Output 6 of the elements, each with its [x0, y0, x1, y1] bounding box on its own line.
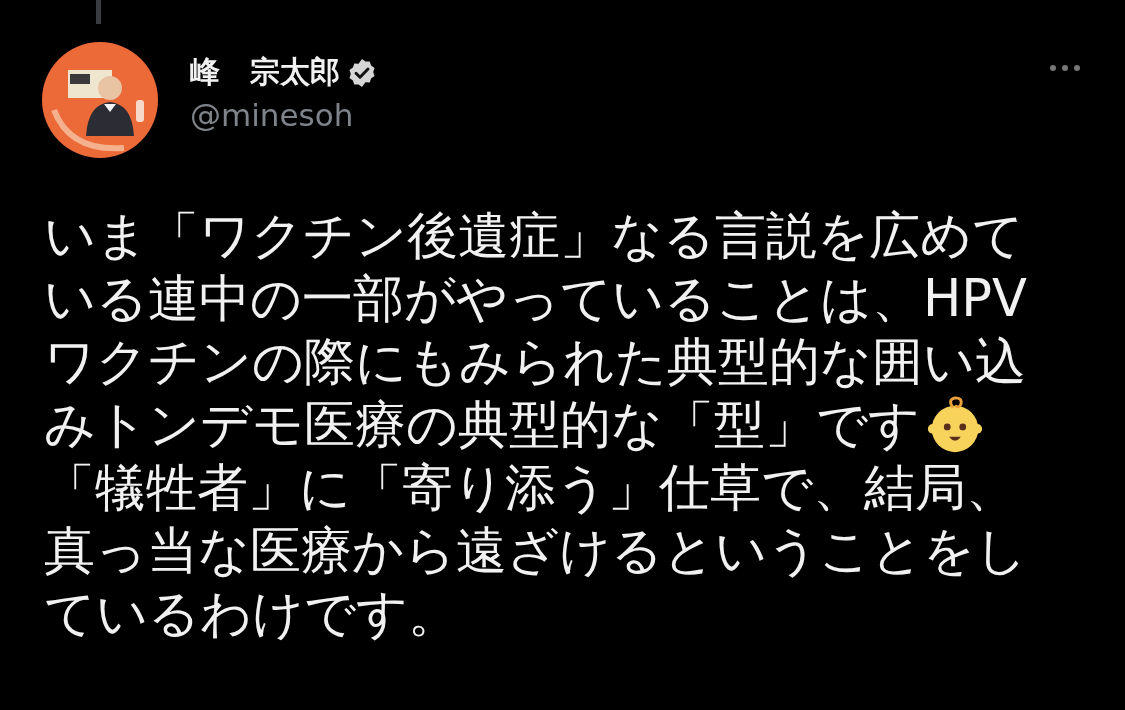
tweet-text: みトンデモ医療の典型的な「型」です	[44, 394, 920, 456]
more-options-icon[interactable]	[1049, 64, 1081, 72]
author-handle[interactable]: @minesoh	[190, 97, 1019, 133]
tweet-text: 「犠牲者」に「寄り添う」仕草で、結局、真っ当な医療から遠ざけるということをしているわけです。	[44, 457, 1028, 645]
tweet-text: いま「ワクチン後遺症」なる言説を広めている連中の一部がやっていることは、HPVワクチンの際にもみられた典型的な囲い込	[44, 205, 1028, 393]
author-name[interactable]: 峰 宗太郎	[190, 52, 340, 93]
